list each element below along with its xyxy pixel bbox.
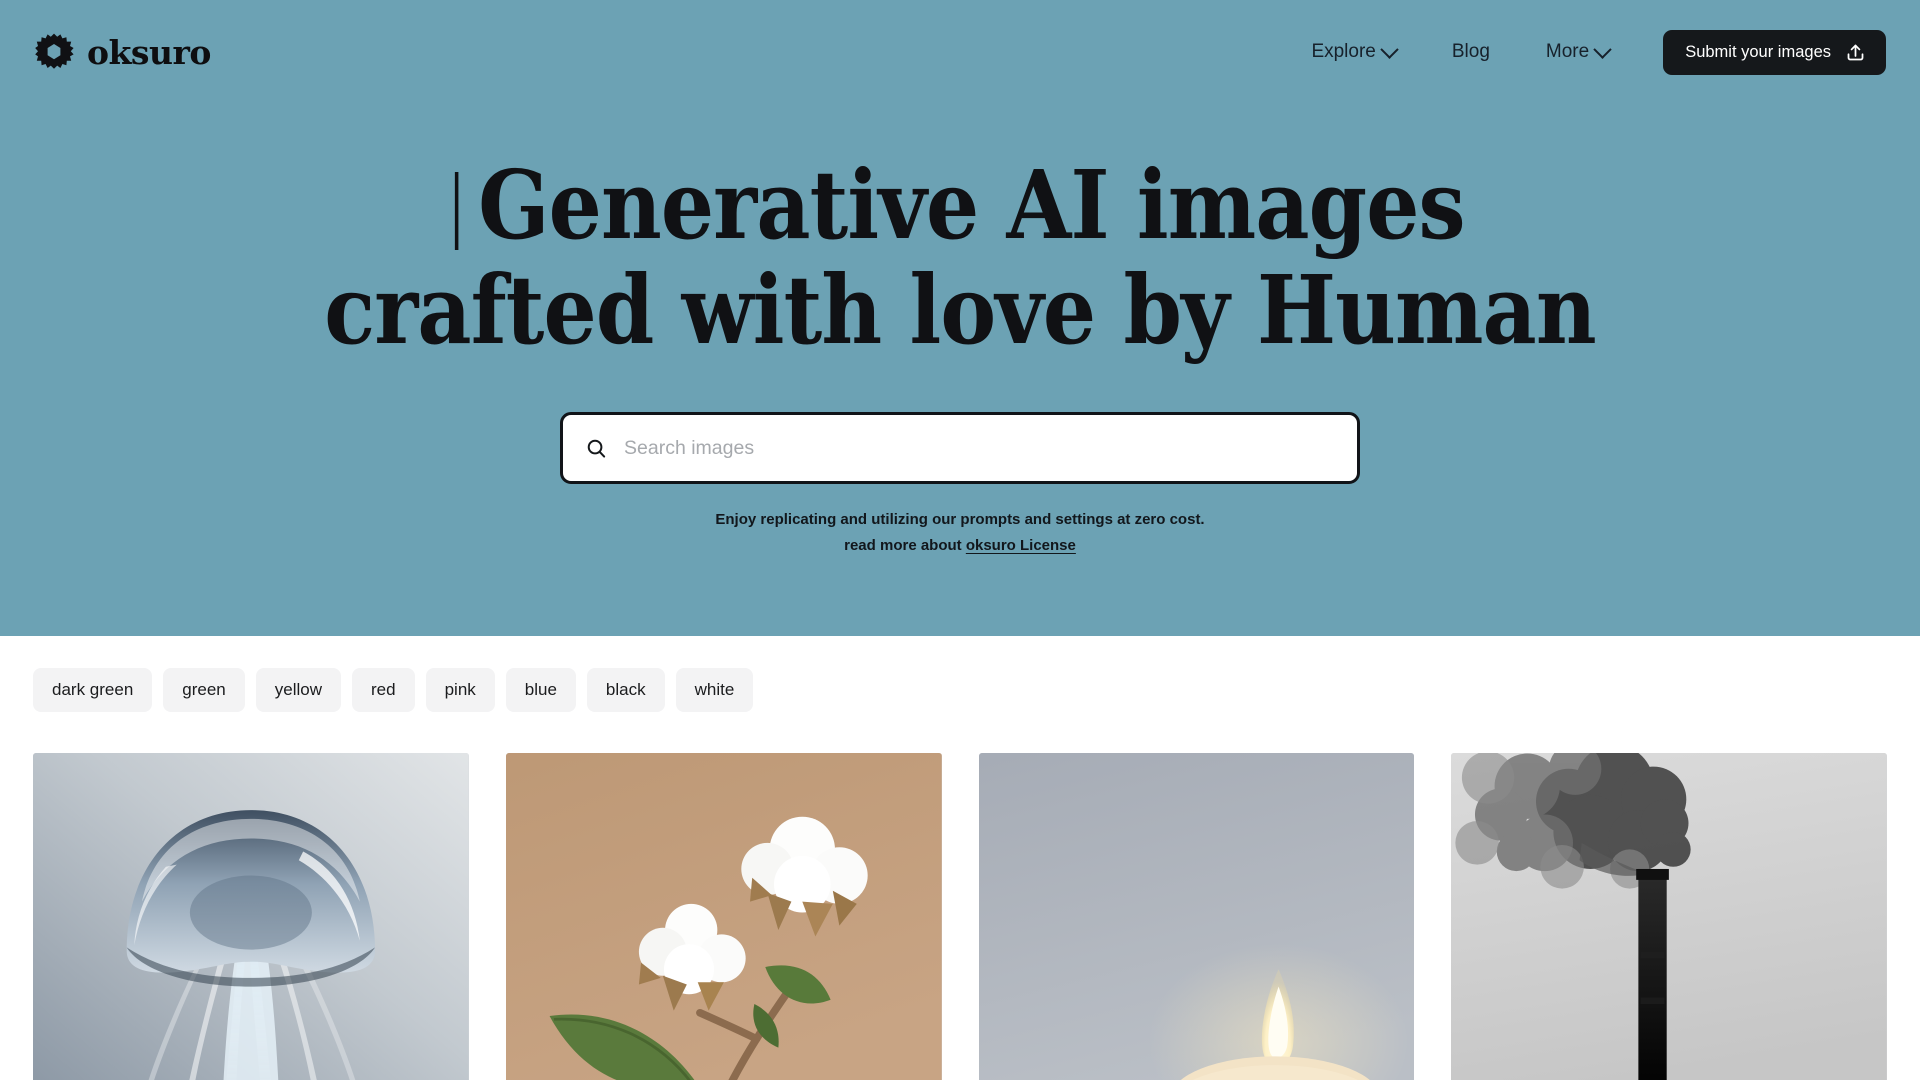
submit-button-label: Submit your images xyxy=(1685,42,1831,61)
headline-line-1-text: Generative AI images xyxy=(478,150,1465,261)
tag-chip-white[interactable]: white xyxy=(675,668,754,712)
tag-chip-blue[interactable]: blue xyxy=(505,668,576,712)
gallery-card-candle[interactable] xyxy=(978,753,1415,1080)
tag-chip-red[interactable]: red xyxy=(352,668,415,712)
tagline-line-1: Enjoy replicating and utilizing our prom… xyxy=(715,511,1205,528)
chevron-down-icon xyxy=(1593,39,1612,59)
submit-your-images-button[interactable]: Submit your images xyxy=(1663,29,1886,75)
headline-line-2: crafted with love by Human xyxy=(324,255,1596,366)
search-icon xyxy=(585,437,608,460)
tag-chip-green[interactable]: green xyxy=(163,668,245,712)
smokestack-image xyxy=(1451,753,1887,1080)
gallery-card-cotton-plant[interactable] xyxy=(505,753,942,1080)
image-gallery-grid xyxy=(0,712,1920,1080)
search-bar[interactable] xyxy=(560,412,1360,484)
headline-line-1: Generative AI images xyxy=(115,158,1805,253)
nav-item-explore-label: Explore xyxy=(1311,41,1376,62)
nav-item-blog[interactable]: Blog xyxy=(1424,31,1518,73)
nav-item-blog-label: Blog xyxy=(1451,41,1490,62)
hero-section: oksuro Explore Blog More Submit your ima… xyxy=(0,0,1920,636)
tag-chip-dark-green[interactable]: dark green xyxy=(33,668,153,712)
gallery-card-jellyfish[interactable] xyxy=(33,753,469,1080)
nav-item-explore[interactable]: Explore xyxy=(1283,31,1423,73)
cotton-plant-image xyxy=(505,753,942,1080)
tag-chip-pink[interactable]: pink xyxy=(425,668,495,712)
candle-image xyxy=(978,753,1415,1080)
main-nav: Explore Blog More Submit your images xyxy=(1283,29,1886,75)
nav-item-more[interactable]: More xyxy=(1518,31,1637,73)
chevron-down-icon xyxy=(1380,39,1399,59)
gear-icon xyxy=(34,32,74,72)
tag-filter-bar: dark green green yellow red pink blue bl… xyxy=(0,636,1920,712)
tagline-line-2-prefix: read more about xyxy=(844,537,966,554)
jellyfish-image xyxy=(33,753,469,1080)
brand-name: oksuro xyxy=(87,32,211,72)
oksuro-license-link[interactable]: oksuro License xyxy=(966,537,1076,554)
tag-chip-black[interactable]: black xyxy=(586,668,665,712)
headline-accent-bar xyxy=(455,172,459,250)
tag-chip-yellow[interactable]: yellow xyxy=(255,668,342,712)
tagline-line-2: read more about oksuro License xyxy=(0,533,1920,559)
search-input[interactable] xyxy=(624,415,1335,481)
gallery-card-smokestack[interactable] xyxy=(1451,753,1887,1080)
hero-tagline: Enjoy replicating and utilizing our prom… xyxy=(0,507,1920,559)
hero-headline: Generative AI images crafted with love b… xyxy=(115,158,1805,358)
nav-item-more-label: More xyxy=(1545,41,1590,62)
site-header: oksuro Explore Blog More Submit your ima… xyxy=(0,0,1920,104)
upload-icon xyxy=(1845,42,1866,63)
brand-logo[interactable]: oksuro xyxy=(34,32,211,72)
